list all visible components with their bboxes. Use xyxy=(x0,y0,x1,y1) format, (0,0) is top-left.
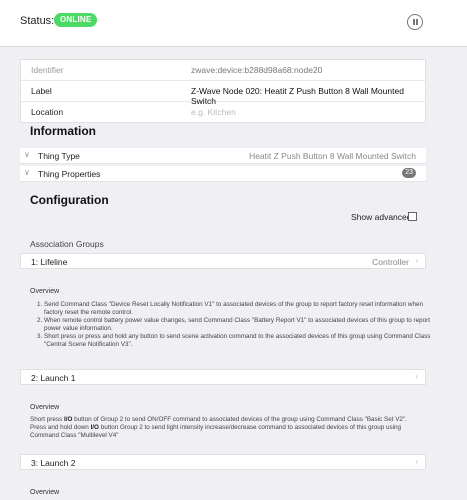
overview-text: Short press I/O button of Group 2 to sen… xyxy=(30,416,425,440)
thing-properties-label: Thing Properties xyxy=(38,169,101,179)
information-title: Information xyxy=(30,124,96,138)
identifier-row: Identifier zwave:device:b288d98a68:node2… xyxy=(21,60,425,81)
group-name: 1: Lifeline xyxy=(31,257,68,267)
identifier-value: zwave:device:b288d98a68:node20 xyxy=(191,65,323,75)
chevron-down-icon: ∨ xyxy=(24,168,30,177)
list-item: Send Command Class "Device Reset Locally… xyxy=(44,301,439,317)
label-row[interactable]: Label Z-Wave Node 020: Heatit Z Push But… xyxy=(21,81,425,106)
chevron-right-icon: › xyxy=(415,372,418,381)
show-advanced-label: Show advanced xyxy=(351,212,412,222)
group-row-lifeline[interactable]: 1: Lifeline Controller › xyxy=(20,253,426,269)
overview-text-part: Short press xyxy=(30,416,64,423)
overview-text-part: Press and hold down xyxy=(30,424,91,431)
association-groups-heading: Association Groups xyxy=(30,239,104,249)
label-label: Label xyxy=(31,86,52,96)
group-name: 3: Launch 2 xyxy=(31,458,76,468)
overview-list: Send Command Class "Device Reset Locally… xyxy=(30,301,439,349)
status-bar: Status: ONLINE xyxy=(0,0,467,47)
overview-title: Overview xyxy=(30,404,60,411)
thing-type-row[interactable]: ∨ Thing Type Heatit Z Push Button 8 Wall… xyxy=(20,148,426,164)
group-value: Controller xyxy=(372,257,409,267)
overview-title: Overview xyxy=(30,489,60,496)
location-label: Location xyxy=(31,107,64,117)
status-badge: ONLINE xyxy=(54,13,98,27)
thing-type-value: Heatit Z Push Button 8 Wall Mounted Swit… xyxy=(249,151,416,161)
overview-bold: I/O xyxy=(90,424,99,431)
chevron-right-icon: › xyxy=(415,256,418,265)
list-item: Short press or press and hold any button… xyxy=(44,333,439,349)
location-field[interactable]: e.g. Kitchen xyxy=(191,107,236,117)
location-row[interactable]: Location e.g. Kitchen xyxy=(21,102,425,122)
thing-properties-count: 23 xyxy=(402,168,416,178)
list-item: When remote control battery power value … xyxy=(44,317,439,333)
configuration-title: Configuration xyxy=(30,193,109,207)
identifier-label: Identifier xyxy=(31,65,64,75)
overview-title: Overview xyxy=(30,288,60,295)
chevron-down-icon: ∨ xyxy=(24,150,30,159)
group-row-launch-2[interactable]: 3: Launch 2 › xyxy=(20,454,426,470)
status-label: Status: xyxy=(20,15,55,27)
thing-type-label: Thing Type xyxy=(38,151,80,161)
properties-card: Identifier zwave:device:b288d98a68:node2… xyxy=(20,59,426,123)
pause-circle-icon[interactable] xyxy=(407,14,423,30)
overview-text-part: button of Group 2 to send ON/OFF command… xyxy=(72,416,407,423)
group-name: 2: Launch 1 xyxy=(31,373,76,383)
group-row-launch-1[interactable]: 2: Launch 1 › xyxy=(20,369,426,385)
thing-properties-row[interactable]: ∨ Thing Properties 23 xyxy=(20,166,426,182)
chevron-right-icon: › xyxy=(415,457,418,466)
show-advanced-checkbox[interactable] xyxy=(408,212,417,221)
